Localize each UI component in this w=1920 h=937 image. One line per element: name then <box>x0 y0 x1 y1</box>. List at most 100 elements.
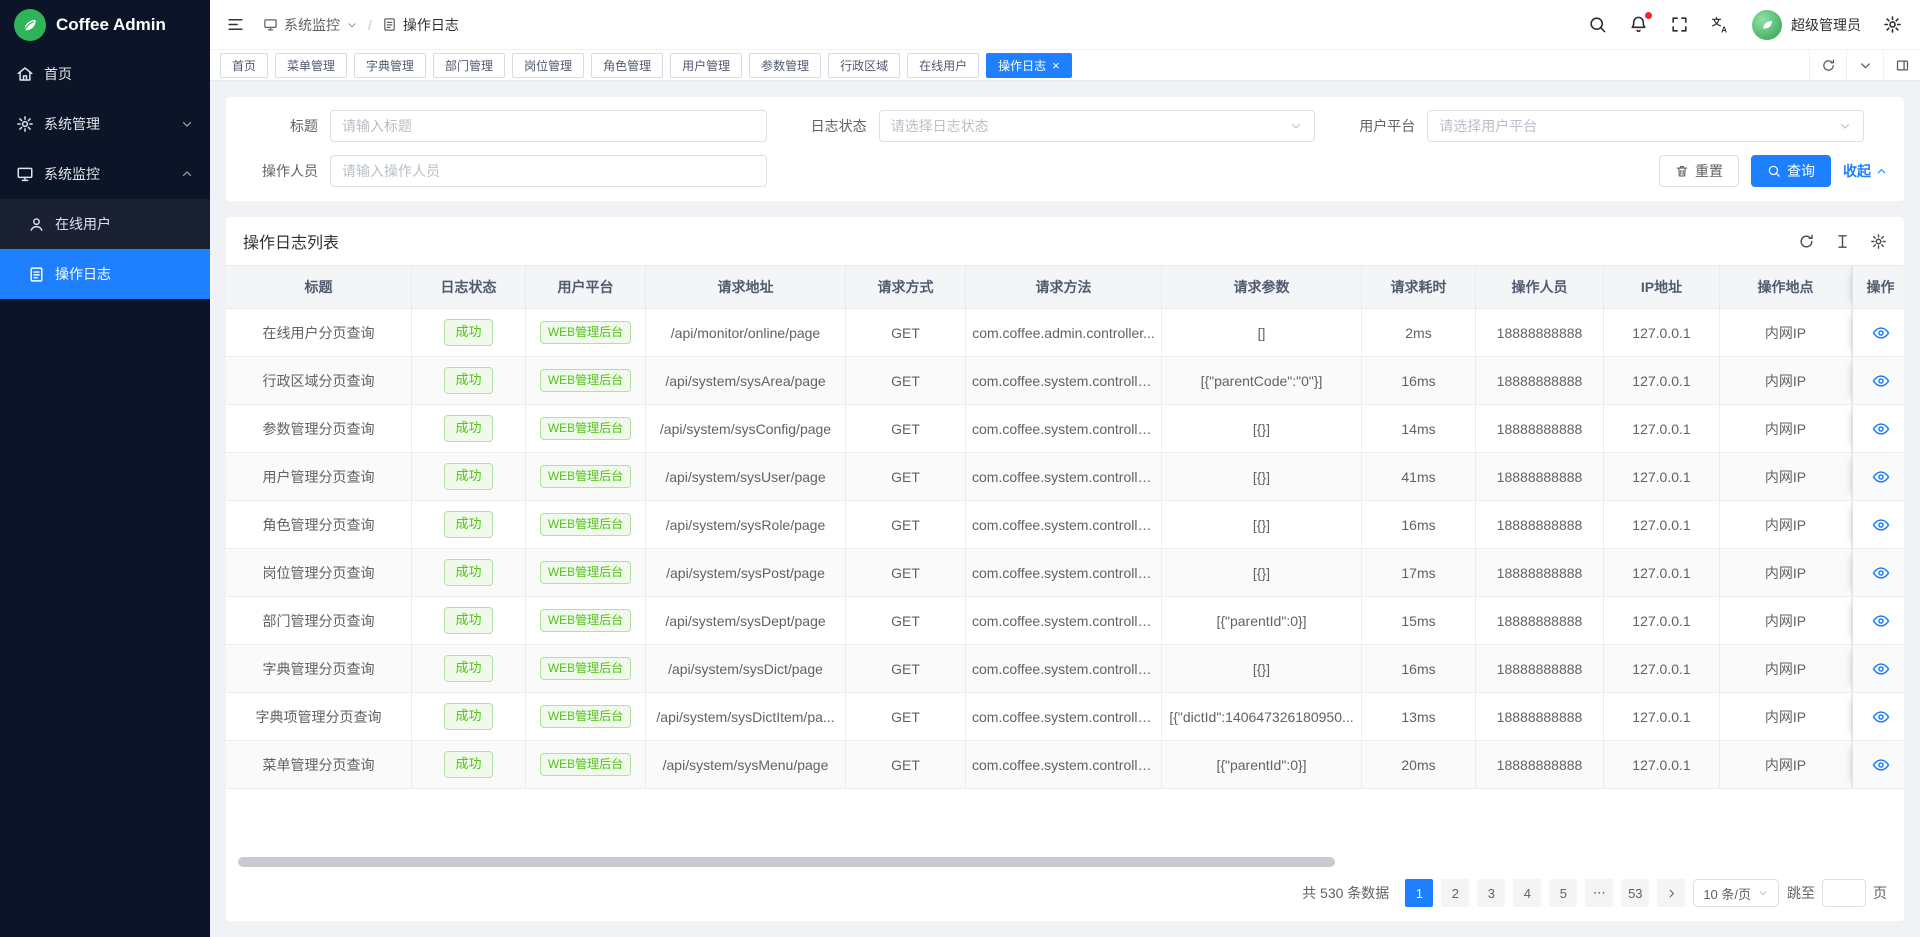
breadcrumb-label: 操作日志 <box>403 15 459 35</box>
cell-ip: 127.0.0.1 <box>1604 645 1720 693</box>
settings-icon[interactable] <box>1883 15 1902 34</box>
operator-label: 操作人员 <box>242 161 330 181</box>
cell-operator: 18888888888 <box>1476 741 1604 789</box>
user-menu[interactable]: 超级管理员 <box>1752 10 1861 40</box>
operator-placeholder: 请输入操作人员 <box>342 161 755 181</box>
fullscreen-icon[interactable] <box>1670 15 1689 34</box>
page-button-1[interactable]: 1 <box>1405 879 1433 907</box>
cell-method: GET <box>846 309 966 357</box>
user-platform-select[interactable]: 请选择用户平台 <box>1427 110 1864 142</box>
tab-home[interactable]: 首页 <box>220 53 268 78</box>
close-icon[interactable]: × <box>1052 59 1060 72</box>
sidebar-item-home[interactable]: 首页 <box>0 49 210 99</box>
tab-online-users[interactable]: 在线用户 <box>907 53 979 78</box>
log-status-select[interactable]: 请选择日志状态 <box>879 110 1316 142</box>
translate-icon[interactable]: 文A <box>1711 15 1730 34</box>
next-page-button[interactable] <box>1657 879 1685 907</box>
collapse-filters-link[interactable]: 收起 <box>1843 161 1888 181</box>
breadcrumb: 系统监控 / 操作日志 <box>263 15 459 35</box>
view-detail-icon[interactable] <box>1872 372 1890 390</box>
tab-label: 菜单管理 <box>287 57 335 74</box>
cell-params: [{}] <box>1162 645 1362 693</box>
home-icon <box>16 65 34 83</box>
view-detail-icon[interactable] <box>1872 612 1890 630</box>
sidebar-subitem-online-users[interactable]: 在线用户 <box>0 199 210 249</box>
cell-method: GET <box>846 597 966 645</box>
view-detail-icon[interactable] <box>1872 420 1890 438</box>
sidebar: Coffee Admin 首页系统管理系统监控在线用户操作日志 <box>0 0 210 937</box>
tab-config-management[interactable]: 参数管理 <box>749 53 821 78</box>
cell-handler: com.coffee.system.controlle... <box>966 453 1162 501</box>
refresh-icon[interactable] <box>1798 233 1815 250</box>
cell-location: 内网IP <box>1720 309 1852 357</box>
horizontal-scrollbar[interactable] <box>234 857 1896 867</box>
breadcrumb-item-system-monitor[interactable]: 系统监控 <box>263 15 358 35</box>
status-badge: 成功 <box>444 703 492 729</box>
tab-post-management[interactable]: 岗位管理 <box>512 53 584 78</box>
cell-params: [{}] <box>1162 405 1362 453</box>
status-badge: 成功 <box>444 319 492 345</box>
sidebar-item-system-management[interactable]: 系统管理 <box>0 99 210 149</box>
tab-user-management[interactable]: 用户管理 <box>670 53 742 78</box>
chevron-right-icon <box>1665 887 1678 900</box>
tab-dept-management[interactable]: 部门管理 <box>433 53 505 78</box>
log-table: 标题日志状态用户平台请求地址请求方式请求方法请求参数请求耗时操作人员IP地址操作… <box>226 265 1904 789</box>
page-button-2[interactable]: 2 <box>1441 879 1469 907</box>
view-detail-icon[interactable] <box>1872 660 1890 678</box>
view-detail-icon[interactable] <box>1872 516 1890 534</box>
page-size-select[interactable]: 10 条/页 <box>1693 879 1779 907</box>
page-button-53[interactable]: 53 <box>1621 879 1649 907</box>
tab-label: 首页 <box>232 57 256 74</box>
platform-badge: WEB管理后台 <box>540 513 631 536</box>
refresh-page-button[interactable] <box>1809 50 1846 80</box>
log-status-label: 日志状态 <box>791 116 879 136</box>
page-button-5[interactable]: 5 <box>1549 879 1577 907</box>
view-detail-icon[interactable] <box>1872 468 1890 486</box>
cell-url: /api/system/sysArea/page <box>646 357 846 405</box>
tab-label: 参数管理 <box>761 57 809 74</box>
sidebar-item-system-monitor[interactable]: 系统监控 <box>0 149 210 199</box>
notifications-button[interactable] <box>1629 15 1648 34</box>
title-input[interactable]: 请输入标题 <box>330 110 767 142</box>
sidebar-subitem-operation-log[interactable]: 操作日志 <box>0 249 210 299</box>
tab-options-button[interactable] <box>1846 50 1883 80</box>
cell-status: 成功 <box>412 405 526 453</box>
search-button[interactable]: 查询 <box>1751 155 1831 187</box>
cell-params: [{"dictId":140647326180950... <box>1162 693 1362 741</box>
tab-role-management[interactable]: 角色管理 <box>591 53 663 78</box>
cell-status: 成功 <box>412 693 526 741</box>
jump-page-input[interactable] <box>1822 879 1866 907</box>
cell-actions <box>1852 741 1904 789</box>
operator-input[interactable]: 请输入操作人员 <box>330 155 767 187</box>
table-wrap: 标题日志状态用户平台请求地址请求方式请求方法请求参数请求耗时操作人员IP地址操作… <box>226 265 1904 789</box>
sidebar-subitem-label: 操作日志 <box>55 264 111 284</box>
cell-handler: com.coffee.system.controlle... <box>966 357 1162 405</box>
log-status-placeholder: 请选择日志状态 <box>891 116 1290 136</box>
cell-location: 内网IP <box>1720 357 1852 405</box>
layout-icon <box>1895 58 1910 73</box>
tab-label: 字典管理 <box>366 57 414 74</box>
menu-fold-icon[interactable] <box>226 15 245 34</box>
cell-duration: 20ms <box>1362 741 1476 789</box>
page-button-4[interactable]: 4 <box>1513 879 1541 907</box>
layout-toggle-button[interactable] <box>1883 50 1920 80</box>
tab-operation-log[interactable]: 操作日志× <box>986 53 1072 78</box>
view-detail-icon[interactable] <box>1872 324 1890 342</box>
tab-menu-management[interactable]: 菜单管理 <box>275 53 347 78</box>
tab-dict-management[interactable]: 字典管理 <box>354 53 426 78</box>
view-detail-icon[interactable] <box>1872 708 1890 726</box>
app-logo[interactable]: Coffee Admin <box>0 0 210 49</box>
avatar <box>1752 10 1782 40</box>
column-header: IP地址 <box>1604 265 1720 309</box>
view-detail-icon[interactable] <box>1872 564 1890 582</box>
search-icon[interactable] <box>1588 15 1607 34</box>
reset-button[interactable]: 重置 <box>1659 155 1739 187</box>
column-settings-icon[interactable] <box>1870 233 1887 250</box>
row-height-icon[interactable] <box>1834 233 1851 250</box>
tab-admin-area[interactable]: 行政区域 <box>828 53 900 78</box>
view-detail-icon[interactable] <box>1872 756 1890 774</box>
page-button-3[interactable]: 3 <box>1477 879 1505 907</box>
page-ellipsis[interactable]: ⋯ <box>1585 879 1613 907</box>
scrollbar-thumb[interactable] <box>238 857 1335 867</box>
cell-duration: 17ms <box>1362 549 1476 597</box>
